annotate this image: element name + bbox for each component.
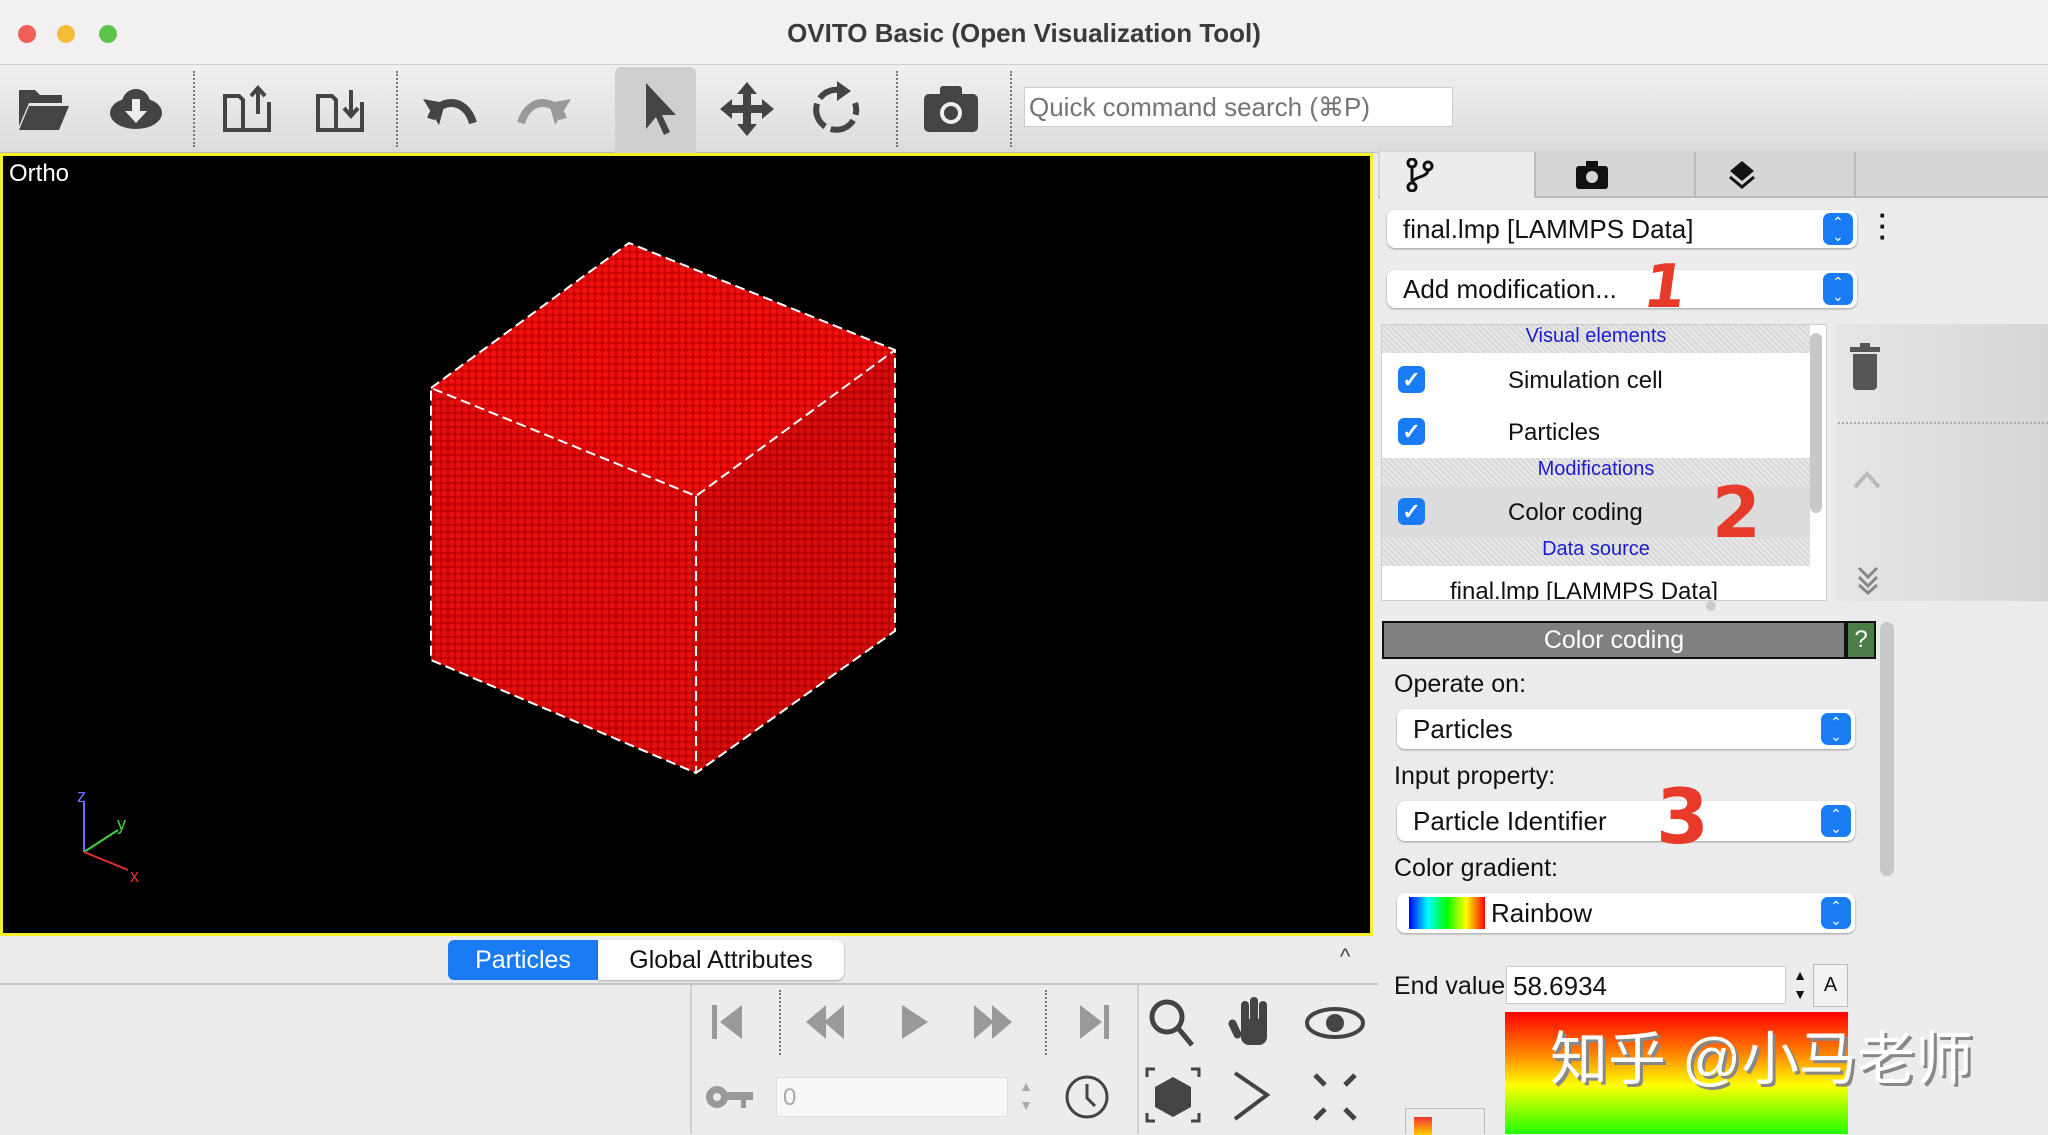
checkbox-simulation-cell[interactable]: ✓ (1398, 366, 1425, 393)
chevron-updown-icon: ⌃ ⌄ (1821, 713, 1851, 745)
camera-icon (1576, 161, 1608, 189)
editor-scrollbar[interactable] (1880, 622, 1894, 876)
pipeline-item-simulation-cell[interactable]: ✓ Simulation cell (1382, 354, 1810, 406)
annotation-3: 3 (1656, 772, 1709, 861)
help-button[interactable]: ? (1846, 621, 1876, 659)
pipeline-branch-icon (1406, 158, 1434, 192)
checkbox-particles[interactable]: ✓ (1398, 418, 1425, 445)
pipeline-source-value: final.lmp [LAMMPS Data] (1403, 213, 1694, 244)
chevron-updown-icon: ⌃ ⌄ (1821, 897, 1851, 929)
annotation-2: 2 (1712, 472, 1761, 554)
section-visual-elements: Visual elements (1382, 325, 1810, 353)
axis-tripod (83, 802, 129, 871)
pan-hand-icon[interactable] (1227, 997, 1267, 1045)
tab-particles[interactable]: Particles (448, 940, 598, 980)
collapse-chevron-icon[interactable]: ^ (1340, 944, 1350, 970)
move-bottom-chevron-icon[interactable] (1856, 565, 1880, 595)
divider (0, 983, 1378, 985)
editor-title: Color coding (1382, 621, 1846, 659)
axis-y-label: y (117, 814, 126, 834)
divider (1838, 422, 2048, 424)
fast-forward-icon[interactable] (974, 1005, 1012, 1039)
pipeline-source-dropdown[interactable]: final.lmp [LAMMPS Data] ⌃ ⌄ (1387, 210, 1857, 248)
divider (1137, 985, 1139, 1134)
orbit-eye-icon[interactable] (1305, 1007, 1365, 1039)
clock-icon[interactable] (1064, 1074, 1110, 1120)
field-of-view-icon[interactable] (1233, 1071, 1271, 1121)
item-label: Color coding (1508, 499, 1643, 526)
axis-z-label: z (77, 786, 86, 806)
splitter-handle[interactable] (1706, 601, 1716, 611)
operate-on-label: Operate on: (1394, 670, 1527, 698)
tab-overlays[interactable] (1698, 152, 1856, 198)
pipeline-scrollbar[interactable] (1810, 333, 1822, 513)
tab-global-attributes[interactable]: Global Attributes (598, 940, 844, 980)
zoom-magnifier-icon[interactable] (1149, 999, 1194, 1047)
scene: z y x (77, 241, 896, 886)
gradient-preset-button[interactable] (1405, 1108, 1485, 1135)
add-modification-dropdown[interactable]: Add modification... ⌃ ⌄ (1387, 270, 1857, 308)
item-label: final.lmp [LAMMPS Data] (1450, 578, 1719, 600)
animation-controls (712, 1005, 1109, 1039)
end-value-input[interactable]: 58.6934 (1506, 966, 1786, 1004)
tab-render[interactable] (1538, 152, 1696, 198)
annotation-1: 1 (1639, 252, 1691, 322)
zoom-all-icon[interactable] (1145, 1067, 1201, 1123)
input-property-value: Particle Identifier (1413, 805, 1607, 836)
input-property-dropdown[interactable]: Particle Identifier ⌃ ⌄ (1397, 801, 1855, 841)
watermark: 知乎 @小马老师 (1550, 1027, 1973, 1092)
end-value-spinner[interactable]: ▲ ▼ (1787, 966, 1813, 1004)
end-value-label: End value: (1394, 972, 1513, 1000)
add-modification-label: Add modification... (1403, 273, 1617, 304)
color-gradient-dropdown[interactable]: Rainbow ⌃ ⌄ (1397, 893, 1855, 933)
frame-spinner-input[interactable]: 0 (776, 1077, 1008, 1117)
play-icon[interactable] (902, 1005, 928, 1039)
color-gradient-label: Color gradient: (1394, 854, 1558, 882)
last-frame-icon[interactable] (1080, 1005, 1109, 1039)
divider (690, 985, 692, 1134)
chevron-updown-icon: ⌃ ⌄ (1821, 805, 1851, 837)
chevron-updown-icon: ⌃ ⌄ (1823, 213, 1853, 245)
first-frame-icon[interactable] (712, 1005, 742, 1039)
pipeline-item-particles[interactable]: ✓ Particles (1382, 406, 1810, 458)
frame-spinner-arrows[interactable]: ▲ ▼ (1010, 1077, 1042, 1117)
adjust-range-button[interactable]: A (1813, 964, 1848, 1007)
axis-x-label: x (130, 866, 139, 886)
rainbow-swatch (1409, 897, 1485, 929)
pipeline-item-data-source[interactable]: final.lmp [LAMMPS Data] (1382, 566, 1810, 600)
maximize-viewport-icon[interactable] (1313, 1073, 1357, 1121)
more-options-icon[interactable]: · · · (1876, 202, 1890, 250)
operate-on-dropdown[interactable]: Particles ⌃ ⌄ (1397, 709, 1855, 749)
input-property-label: Input property: (1394, 762, 1556, 790)
layers-icon (1729, 161, 1755, 189)
move-up-chevron-icon[interactable] (1852, 468, 1882, 490)
chevron-updown-icon: ⌃ ⌄ (1823, 273, 1853, 305)
rewind-icon[interactable] (806, 1005, 844, 1039)
operate-on-value: Particles (1413, 713, 1513, 744)
viewport-tools (1145, 997, 1365, 1123)
color-gradient-value: Rainbow (1491, 897, 1593, 928)
key-icon[interactable] (705, 1082, 755, 1112)
item-label: Particles (1508, 419, 1601, 446)
tab-pipeline[interactable] (1380, 152, 1536, 198)
trash-icon[interactable] (1850, 343, 1880, 393)
item-label: Simulation cell (1508, 367, 1663, 394)
checkbox-color-coding[interactable]: ✓ (1398, 498, 1425, 525)
